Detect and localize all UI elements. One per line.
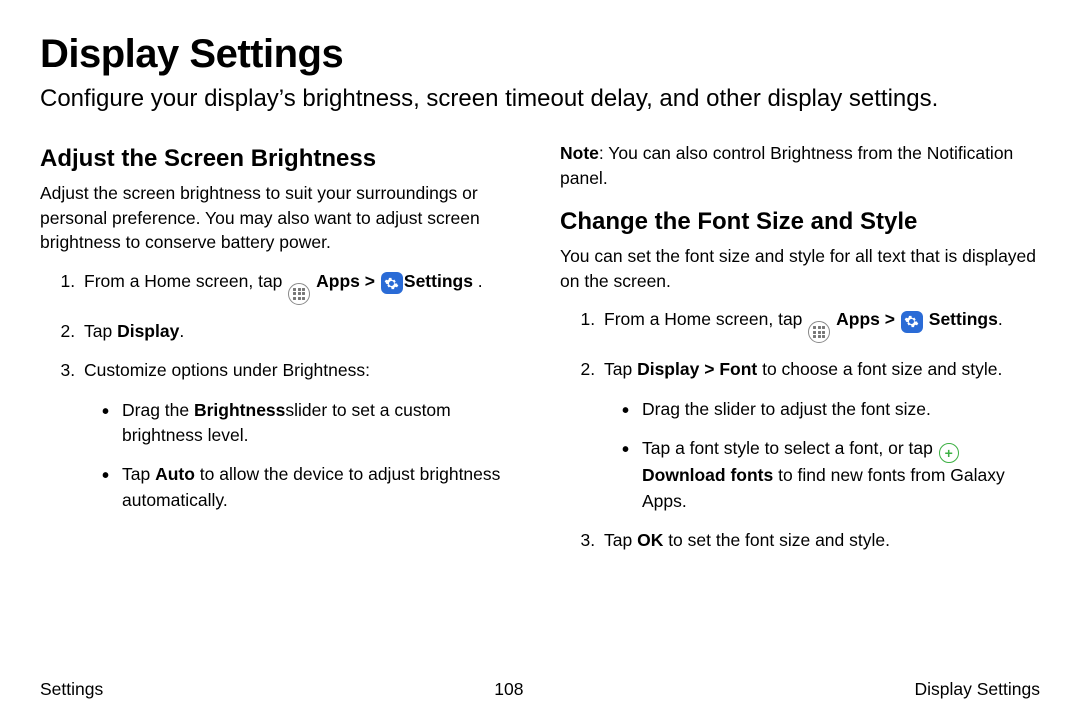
page-intro: Configure your display’s brightness, scr… xyxy=(40,83,1040,115)
settings-label: Settings xyxy=(929,309,998,329)
list-item: Drag the slider to adjust the font size. xyxy=(622,397,1040,422)
list-item: Tap OK to set the font size and style. xyxy=(600,528,1040,553)
settings-icon xyxy=(381,272,403,294)
chevron-icon: > xyxy=(365,271,375,291)
list-item: From a Home screen, tap Apps > Settings. xyxy=(600,307,1040,343)
note-text: : You can also control Brightness from t… xyxy=(560,143,1013,188)
step-text: Tap xyxy=(84,321,117,341)
bullet-text: Drag the xyxy=(122,400,194,420)
heading-brightness: Adjust the Screen Brightness xyxy=(40,145,520,173)
step-text: Tap xyxy=(604,359,637,379)
list-item: Drag the Brightnessslider to set a custo… xyxy=(102,398,520,449)
step-bold: OK xyxy=(637,530,663,550)
footer-right: Display Settings xyxy=(915,679,1040,700)
step-bold: Display xyxy=(117,321,179,341)
bullet-text: Drag the slider to adjust the font size. xyxy=(642,399,931,419)
step-text: to set the font size and style. xyxy=(663,530,890,550)
step-text: . xyxy=(179,321,184,341)
step-text: Tap xyxy=(604,530,637,550)
columns: Adjust the Screen Brightness Adjust the … xyxy=(40,141,1040,567)
list-item: Tap Auto to allow the device to adjust b… xyxy=(102,462,520,513)
step-text: From a Home screen, tap xyxy=(84,271,287,291)
apps-icon xyxy=(808,321,830,343)
step-text: to choose a font size and style. xyxy=(757,359,1002,379)
page-footer: Settings 108 Display Settings xyxy=(40,679,1040,700)
step-text: . xyxy=(998,309,1003,329)
bullet-text: Tap xyxy=(122,464,155,484)
bullet-text: Tap a font style to select a font, or ta… xyxy=(642,438,938,458)
step-bold: Font xyxy=(719,359,757,379)
apps-label: Apps xyxy=(316,271,360,291)
page-title: Display Settings xyxy=(40,32,1040,77)
apps-icon xyxy=(288,283,310,305)
font-steps: From a Home screen, tap Apps > Settings.… xyxy=(560,307,1040,553)
download-icon: + xyxy=(939,443,959,463)
step-text: . xyxy=(473,271,483,291)
footer-left: Settings xyxy=(40,679,103,700)
list-item: Customize options under Brightness: Drag… xyxy=(80,358,520,513)
list-item: Tap Display > Font to choose a font size… xyxy=(600,357,1040,514)
note-label: Note xyxy=(560,143,599,163)
heading-font: Change the Font Size and Style xyxy=(560,208,1040,236)
list-item: Tap Display. xyxy=(80,319,520,344)
list-item: From a Home screen, tap Apps > Settings … xyxy=(80,269,520,305)
bullet-bold: Brightness xyxy=(194,400,285,420)
brightness-bullets: Drag the Brightnessslider to set a custo… xyxy=(84,398,520,514)
font-bullets: Drag the slider to adjust the font size.… xyxy=(604,397,1040,514)
step-text: Customize options under Brightness: xyxy=(84,360,370,380)
bullet-bold: Auto xyxy=(155,464,195,484)
chevron-icon: > xyxy=(885,309,895,329)
brightness-note: Note: You can also control Brightness fr… xyxy=(560,141,1040,190)
list-item: Tap a font style to select a font, or ta… xyxy=(622,436,1040,514)
step-text: From a Home screen, tap xyxy=(604,309,807,329)
column-right: Note: You can also control Brightness fr… xyxy=(560,141,1040,567)
brightness-steps: From a Home screen, tap Apps > Settings … xyxy=(40,269,520,513)
font-para: You can set the font size and style for … xyxy=(560,244,1040,293)
chevron-icon: > xyxy=(704,359,714,379)
apps-label: Apps xyxy=(836,309,880,329)
step-bold: Display xyxy=(637,359,699,379)
download-fonts-label: Download fonts xyxy=(642,465,773,485)
brightness-para: Adjust the screen brightness to suit you… xyxy=(40,181,520,255)
column-left: Adjust the Screen Brightness Adjust the … xyxy=(40,141,520,567)
footer-page-number: 108 xyxy=(494,679,523,700)
settings-icon xyxy=(901,311,923,333)
settings-label: Settings xyxy=(404,271,473,291)
